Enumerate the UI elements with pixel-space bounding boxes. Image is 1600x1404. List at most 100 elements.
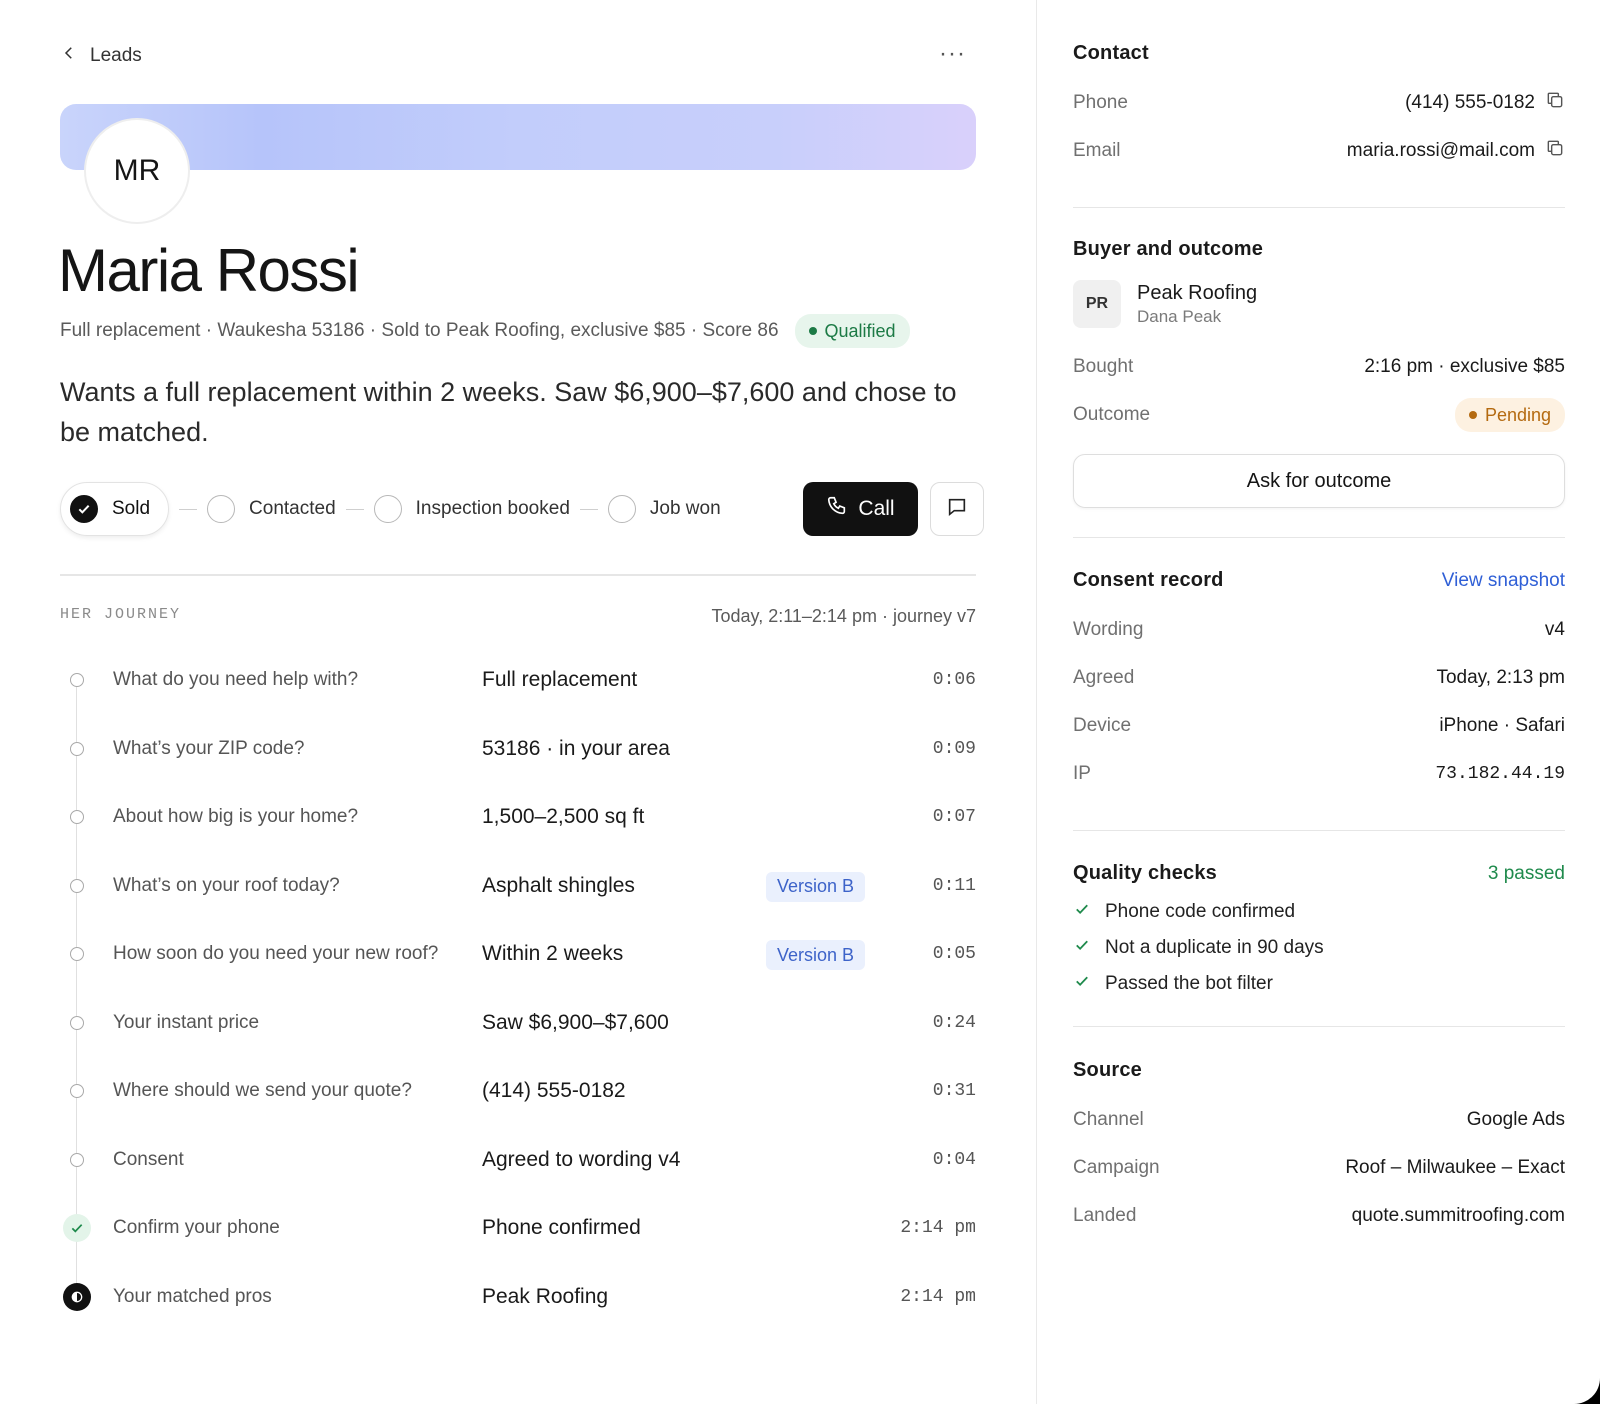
empty-circle-icon	[607, 495, 636, 523]
source-row: Campaign Roof – Milwaukee – Exact	[1073, 1153, 1565, 1183]
status-dot-icon	[808, 327, 817, 335]
journey-step: What’s on your roof today? Asphalt shing…	[60, 852, 976, 921]
row-label: Email	[1073, 140, 1121, 161]
step-answer: 1,500–2,500 sq ft	[482, 805, 645, 829]
buyer-section: Buyer and outcome PR Peak Roofing Dana P…	[1073, 238, 1565, 508]
status-badge: Qualified	[794, 314, 910, 348]
stage-tracker: Sold Contacted Inspection booked Job won	[60, 482, 721, 536]
app-window: Leads ··· MR Maria Rossi Full replacemen…	[0, 0, 1600, 1404]
lead-name: Maria Rossi	[58, 237, 360, 304]
ask-for-outcome-button[interactable]: Ask for outcome	[1073, 454, 1565, 508]
bought-row: Bought 2:16 pm · exclusive $85	[1073, 352, 1565, 382]
copy-icon[interactable]	[1545, 90, 1565, 116]
stage-connector	[179, 508, 198, 510]
consent-header: Consent record View snapshot	[1073, 569, 1565, 592]
step-question: Where should we send your quote?	[113, 1080, 412, 1102]
email-value: maria.rossi@mail.com	[1347, 138, 1565, 164]
section-title: Buyer and outcome	[1073, 238, 1264, 260]
step-answer: Full replacement	[482, 668, 638, 692]
row-label: Phone	[1073, 92, 1128, 113]
quality-item: Phone code confirmed	[1073, 900, 1295, 924]
buyer-card: PR Peak Roofing Dana Peak	[1073, 280, 1257, 328]
half-circle-icon	[63, 1282, 91, 1311]
view-snapshot-link[interactable]: View snapshot	[1442, 570, 1565, 592]
call-button[interactable]: Call	[803, 482, 918, 536]
status-dot-icon	[1468, 411, 1477, 419]
step-question: What’s your ZIP code?	[113, 737, 305, 759]
journey-step: About how big is your home? 1,500–2,500 …	[60, 783, 976, 852]
step-time: 2:14 pm	[900, 1286, 976, 1307]
journey-step: Your instant price Saw $6,900–$7,600 0:2…	[60, 989, 976, 1058]
back-link[interactable]: Leads	[60, 44, 142, 68]
row-value: 2:16 pm · exclusive $85	[1364, 356, 1565, 377]
phone-icon	[826, 495, 848, 523]
quality-item-label: Passed the bot filter	[1105, 973, 1273, 994]
section-title: Consent record	[1073, 569, 1224, 591]
quality-item-label: Phone code confirmed	[1105, 901, 1296, 922]
check-icon	[1073, 972, 1091, 996]
stage-connector	[345, 508, 364, 510]
stage-job-won[interactable]: Job won	[607, 482, 721, 536]
consent-section: Consent record View snapshot Wording v4 …	[1073, 569, 1565, 784]
divider	[1073, 537, 1565, 538]
row-label: Landed	[1073, 1205, 1137, 1226]
journey-steps: What do you need help with? Full replace…	[60, 646, 976, 1331]
row-label: Agreed	[1073, 667, 1135, 688]
email-address[interactable]: maria.rossi@mail.com	[1347, 140, 1535, 162]
quality-item: Passed the bot filter	[1073, 972, 1273, 996]
buyer-person: Dana Peak	[1137, 306, 1222, 326]
divider	[1073, 830, 1565, 831]
buyer-names: Peak Roofing Dana Peak	[1137, 282, 1257, 327]
phone-row: Phone (414) 555-0182	[1073, 88, 1565, 118]
step-answer: Saw $6,900–$7,600	[482, 1010, 669, 1034]
step-question: Consent	[113, 1148, 184, 1170]
row-value: Roof – Milwaukee – Exact	[1345, 1157, 1565, 1178]
step-time: 0:24	[932, 1012, 976, 1033]
lead-meta: Full replacement · Waukesha 53186 · Sold…	[60, 314, 910, 348]
stage-sold[interactable]: Sold	[60, 482, 170, 536]
version-tag: Version B	[766, 871, 866, 902]
stage-inspection-booked[interactable]: Inspection booked	[373, 482, 570, 536]
more-options-icon[interactable]: ···	[939, 42, 966, 66]
step-time: 2:14 pm	[900, 1218, 976, 1239]
lead-meta-text: Full replacement · Waukesha 53186 · Sold…	[60, 320, 779, 341]
outcome-badge: Pending	[1454, 398, 1565, 432]
back-label: Leads	[90, 45, 142, 66]
consent-row: Device iPhone · Safari	[1073, 711, 1565, 741]
consent-row: IP 73.182.44.19	[1073, 759, 1565, 789]
contact-section: Contact Phone (414) 555-0182 Email maria…	[1073, 42, 1565, 161]
journey-step: Where should we send your quote? (414) 5…	[60, 1057, 976, 1126]
divider	[1073, 207, 1565, 208]
buyer-avatar: PR	[1073, 280, 1121, 328]
buyer-company: Peak Roofing	[1137, 281, 1258, 304]
step-time: 0:06	[932, 670, 976, 691]
chevron-left-icon	[60, 44, 78, 68]
outcome-row: Outcome Pending	[1073, 398, 1565, 432]
consent-row: Agreed Today, 2:13 pm	[1073, 663, 1565, 693]
journey-range: Today, 2:11–2:14 pm · journey v7	[711, 606, 977, 626]
quality-section: Quality checks 3 passed Phone code confi…	[1073, 862, 1565, 994]
journey-step: Consent Agreed to wording v4 0:04	[60, 1126, 976, 1195]
step-answer: Phone confirmed	[482, 1216, 641, 1240]
step-time: 0:07	[932, 807, 976, 828]
section-title: Quality checks	[1073, 862, 1217, 884]
copy-icon[interactable]	[1545, 138, 1565, 164]
step-time: 0:05	[932, 944, 976, 965]
journey-step: How soon do you need your new roof? With…	[60, 920, 976, 989]
row-label: Outcome	[1073, 404, 1151, 425]
stage-contacted[interactable]: Contacted	[207, 482, 336, 536]
row-value: 73.182.44.19	[1435, 764, 1565, 784]
row-value[interactable]: quote.summitroofing.com	[1352, 1205, 1565, 1227]
top-bar: Leads ···	[60, 42, 976, 74]
step-node-icon	[70, 1015, 84, 1030]
step-answer: 53186 · in your area	[482, 736, 670, 760]
phone-number[interactable]: (414) 555-0182	[1405, 92, 1535, 114]
journey-header: HER JOURNEY Today, 2:11–2:14 pm · journe…	[60, 606, 976, 627]
section-title: Contact	[1073, 42, 1149, 64]
divider	[1073, 1026, 1565, 1027]
message-button[interactable]	[930, 482, 984, 536]
profile-banner	[60, 104, 976, 170]
step-question: What do you need help with?	[113, 669, 359, 691]
stage-label: Inspection booked	[415, 498, 570, 519]
step-time: 0:04	[932, 1149, 976, 1170]
